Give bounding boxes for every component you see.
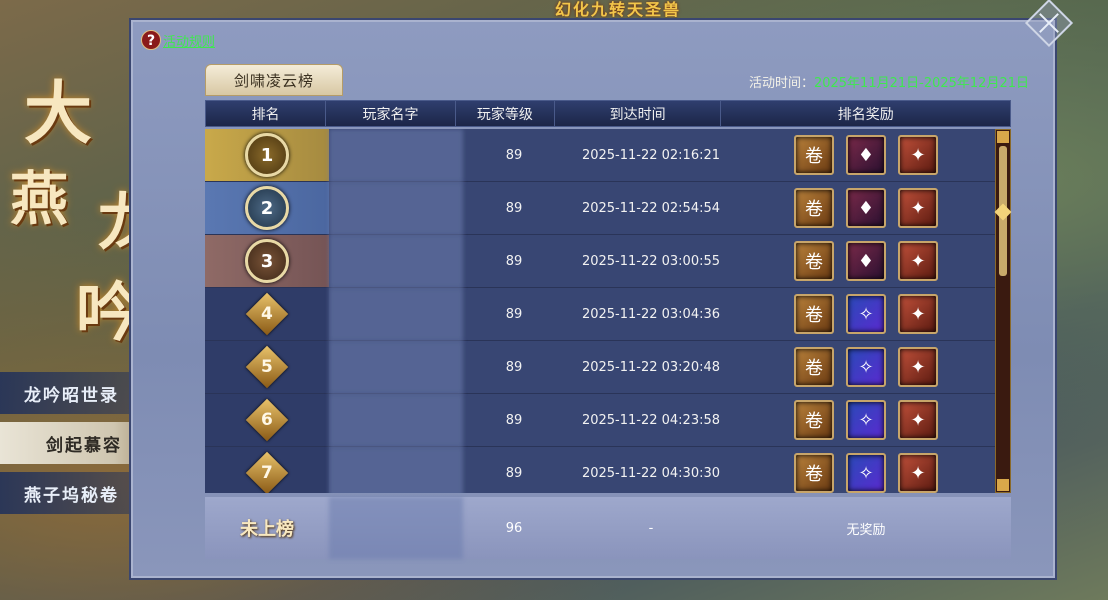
blurred-player-name [329, 181, 463, 235]
book-icon[interactable]: 卷 [794, 188, 834, 228]
blurred-player-name [329, 287, 463, 341]
rank-diamond-icon: 4 [245, 292, 289, 336]
table-scrollbar[interactable] [994, 129, 1012, 493]
book-icon[interactable]: 卷 [794, 241, 834, 281]
top-banner-text: 幻化九转天圣兽 [555, 0, 682, 19]
rank-number: 6 [261, 410, 273, 430]
blurred-player-name [329, 234, 463, 288]
rank-number: 7 [261, 463, 273, 483]
table-row: 1 89 2025-11-22 02:16:21 卷 ♦ ✦ [205, 129, 995, 182]
rank-number: 5 [261, 357, 273, 377]
player-level: 89 [505, 253, 523, 269]
table-row: 4 89 2025-11-22 03:04:36 卷 ✧ ✦ [205, 287, 995, 341]
character-icon[interactable]: ♦ [846, 241, 886, 281]
side-menu-label: 燕子坞秘卷 [24, 485, 119, 506]
table-row: 5 89 2025-11-22 03:20:48 卷 ✧ ✦ [205, 340, 995, 394]
side-menu-label: 龙吟昭世录 [24, 385, 119, 406]
wings-icon[interactable]: ✧ [846, 400, 886, 440]
ranking-table: 排名 玩家名字 玩家等级 到达时间 排名奖励 1 89 2025-11-22 0… [205, 100, 1012, 560]
character-icon[interactable]: ♦ [846, 135, 886, 175]
blurred-player-name [329, 497, 463, 559]
ranking-panel: ? 活动规则 剑啸凌云榜 活动时间：2025年11月21日-2025年12月21… [131, 20, 1055, 578]
beast-icon[interactable]: ✦ [898, 188, 938, 228]
rules-link[interactable]: 活动规则 [163, 31, 215, 50]
blurred-player-name [329, 446, 463, 493]
beast-icon[interactable]: ✦ [898, 347, 938, 387]
player-level: 89 [505, 359, 523, 375]
scroll-down-arrow-icon[interactable] [997, 479, 1009, 491]
table-row: 3 89 2025-11-22 03:00:55 卷 ♦ ✦ [205, 234, 995, 288]
event-time-value: 2025年11月21日-2025年12月21日 [813, 76, 1029, 91]
book-icon[interactable]: 卷 [794, 453, 834, 493]
wings-icon[interactable]: ✧ [846, 294, 886, 334]
arrival-time: 2025-11-22 04:30:30 [581, 465, 721, 481]
bronze-medal-icon: 3 [245, 239, 289, 283]
event-time: 活动时间：2025年11月21日-2025年12月21日 [749, 72, 1029, 91]
beast-icon[interactable]: ✦ [898, 294, 938, 334]
blurred-player-name [329, 393, 463, 447]
arrival-time: 2025-11-22 04:23:58 [581, 412, 721, 428]
beast-icon[interactable]: ✦ [898, 400, 938, 440]
beast-icon[interactable]: ✦ [898, 241, 938, 281]
self-rank-row: 未上榜 96 - 无奖励 [205, 497, 1011, 559]
character-icon[interactable]: ♦ [846, 188, 886, 228]
table-row: 7 89 2025-11-22 04:30:30 卷 ✧ ✦ [205, 446, 995, 493]
title-char-1: 大 [24, 74, 93, 154]
arrival-time: 2025-11-22 02:54:54 [581, 200, 721, 216]
blurred-player-name [329, 340, 463, 394]
silver-medal-icon: 2 [245, 186, 289, 230]
table-header: 排名 玩家名字 玩家等级 到达时间 排名奖励 [205, 100, 1011, 127]
header-player-name: 玩家名字 [326, 101, 456, 126]
self-time: - [648, 520, 654, 536]
blurred-player-name [329, 129, 463, 182]
beast-icon[interactable]: ✦ [898, 135, 938, 175]
self-reward: 无奖励 [846, 522, 886, 538]
book-icon[interactable]: 卷 [794, 400, 834, 440]
wings-icon[interactable]: ✧ [846, 347, 886, 387]
rank-number: 4 [261, 304, 273, 324]
title-char-2: 燕 [10, 165, 69, 233]
self-rank: 未上榜 [240, 519, 294, 540]
book-icon[interactable]: 卷 [794, 294, 834, 334]
rank-diamond-icon: 6 [245, 398, 289, 442]
player-level: 89 [505, 306, 523, 322]
table-rows: 1 89 2025-11-22 02:16:21 卷 ♦ ✦ 2 89 2025… [205, 129, 995, 493]
header-rank-reward: 排名奖励 [837, 106, 894, 123]
book-icon[interactable]: 卷 [794, 347, 834, 387]
rank-diamond-icon: 5 [245, 345, 289, 389]
scroll-thumb[interactable] [994, 203, 1012, 221]
table-row: 6 89 2025-11-22 04:23:58 卷 ✧ ✦ [205, 393, 995, 447]
header-arrival-time: 到达时间 [555, 101, 722, 126]
arrival-time: 2025-11-22 03:00:55 [581, 253, 721, 269]
player-level: 89 [505, 200, 523, 216]
arrival-time: 2025-11-22 02:16:21 [581, 147, 721, 163]
header-rank: 排名 [206, 101, 327, 126]
gold-medal-icon: 1 [245, 133, 289, 177]
self-level: 96 [505, 520, 523, 536]
side-menu-label: 剑起慕容 [46, 435, 122, 456]
rank-diamond-icon: 7 [245, 451, 289, 493]
player-level: 89 [505, 147, 523, 163]
rules-help[interactable]: ? 活动规则 [141, 30, 215, 50]
arrival-time: 2025-11-22 03:20:48 [581, 359, 721, 375]
wings-icon[interactable]: ✧ [846, 453, 886, 493]
arrival-time: 2025-11-22 03:04:36 [581, 306, 721, 322]
event-time-label: 活动时间： [748, 76, 814, 91]
table-row: 2 89 2025-11-22 02:54:54 卷 ♦ ✦ [205, 181, 995, 235]
player-level: 89 [505, 412, 523, 428]
header-player-level: 玩家等级 [456, 101, 555, 126]
question-icon[interactable]: ? [141, 30, 161, 50]
beast-icon[interactable]: ✦ [898, 453, 938, 493]
book-icon[interactable]: 卷 [794, 135, 834, 175]
player-level: 89 [505, 465, 523, 481]
tab-ranking[interactable]: 剑啸凌云榜 [205, 64, 343, 96]
scroll-up-arrow-icon[interactable] [997, 131, 1009, 143]
